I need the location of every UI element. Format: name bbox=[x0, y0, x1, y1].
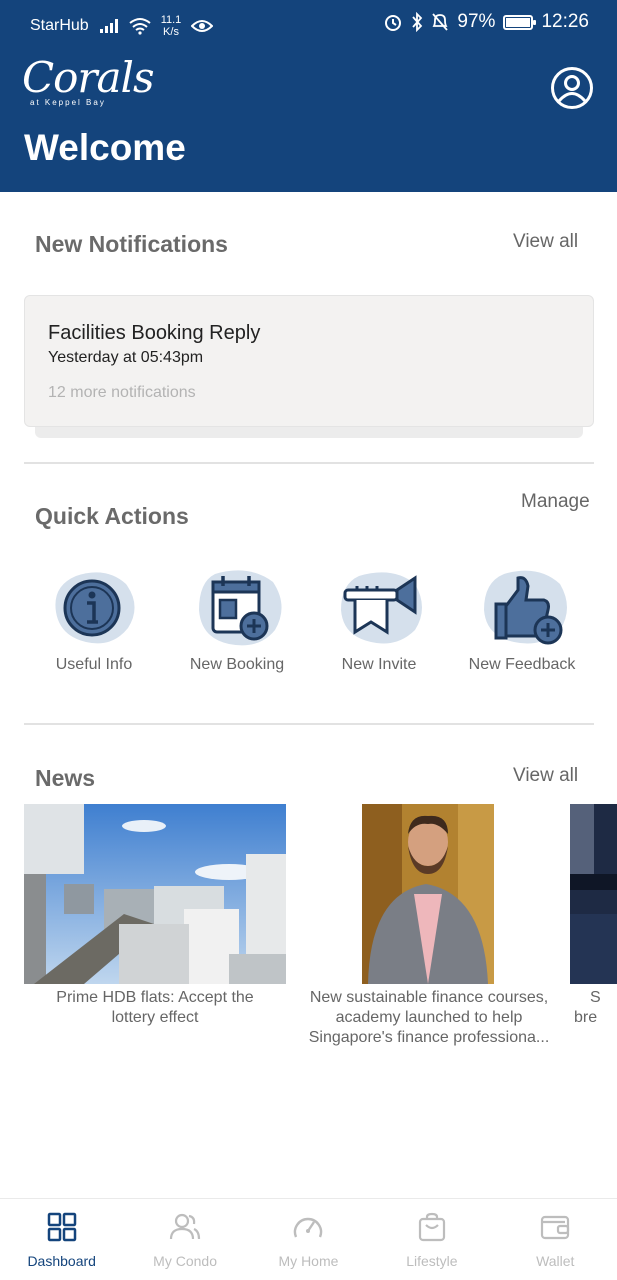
info-icon bbox=[55, 572, 135, 644]
notifications-view-all-link[interactable]: View all bbox=[513, 231, 578, 253]
calendar-add-icon bbox=[199, 570, 282, 646]
news-card[interactable]: Prime HDB flats: Accept the lottery effe… bbox=[24, 804, 286, 1028]
carrier-label: StarHub bbox=[30, 17, 89, 34]
news-card[interactable]: S bre bbox=[570, 804, 617, 1028]
notifications-title: New Notifications bbox=[35, 231, 228, 257]
section-divider bbox=[24, 462, 594, 464]
app-header: StarHub 11.1 K/s 97% 12:26 Corals at Kep… bbox=[0, 0, 617, 192]
bluetooth-icon bbox=[412, 12, 423, 32]
nav-wallet[interactable]: Wallet bbox=[494, 1199, 617, 1280]
signal-icon bbox=[99, 19, 118, 33]
eye-icon bbox=[191, 20, 214, 32]
wifi-icon bbox=[129, 18, 151, 35]
thumbs-up-add-icon bbox=[484, 570, 567, 645]
quick-action-label: New Booking bbox=[189, 656, 285, 673]
quick-action-new-feedback[interactable]: New Feedback bbox=[452, 566, 592, 681]
nav-lifestyle[interactable]: Lifestyle bbox=[370, 1199, 493, 1280]
news-image-building bbox=[570, 804, 617, 984]
news-caption: S bre bbox=[574, 989, 601, 1026]
quick-action-label: New Invite bbox=[341, 656, 417, 673]
quick-action-label: Useful Info bbox=[55, 656, 133, 673]
news-caption: New sustainable finance courses, academy… bbox=[308, 989, 550, 1046]
quick-actions-title: Quick Actions bbox=[35, 503, 189, 529]
battery-icon bbox=[503, 14, 537, 30]
quick-action-useful-info[interactable]: Useful Info bbox=[24, 566, 164, 681]
welcome-title: Welcome bbox=[24, 127, 186, 168]
section-divider bbox=[24, 723, 594, 725]
people-icon bbox=[169, 1213, 201, 1240]
clock: 12:26 bbox=[541, 11, 589, 32]
battery-percent: 97% bbox=[457, 11, 496, 32]
status-bar: StarHub 11.1 K/s 97% 12:26 bbox=[0, 0, 617, 46]
nav-dashboard[interactable]: Dashboard bbox=[0, 1199, 123, 1280]
gauge-icon bbox=[294, 1217, 323, 1238]
wallet-icon bbox=[541, 1215, 570, 1240]
quick-action-new-booking[interactable]: New Booking bbox=[167, 566, 307, 681]
alarm-icon bbox=[385, 15, 402, 31]
net-speed: 11.1 K/s bbox=[160, 14, 182, 38]
news-title: News bbox=[35, 765, 96, 791]
nav-my-home[interactable]: My Home bbox=[247, 1199, 370, 1280]
nav-my-condo[interactable]: My Condo bbox=[123, 1199, 246, 1280]
news-image-portrait bbox=[298, 804, 560, 984]
notification-time: Yesterday at 05:43pm bbox=[48, 349, 204, 366]
news-caption: Prime HDB flats: Accept the lottery effe… bbox=[56, 989, 254, 1026]
quick-action-new-invite[interactable]: New Invite bbox=[309, 566, 449, 681]
corals-logo: Corals at Keppel Bay bbox=[22, 53, 155, 108]
quick-actions-manage-link[interactable]: Manage bbox=[521, 491, 590, 513]
more-notifications-label[interactable]: 12 more notifications bbox=[48, 384, 196, 402]
news-card[interactable]: New sustainable finance courses, academy… bbox=[298, 804, 560, 1048]
battery-fill bbox=[506, 17, 530, 27]
bell-off-icon bbox=[432, 13, 449, 31]
grid-icon bbox=[47, 1212, 76, 1242]
news-image-hdb-flats bbox=[24, 804, 286, 984]
trumpet-icon bbox=[341, 572, 422, 644]
notification-card[interactable]: Facilities Booking Reply Yesterday at 05… bbox=[24, 295, 594, 427]
profile-icon[interactable] bbox=[550, 66, 594, 110]
notification-title: Facilities Booking Reply bbox=[48, 322, 261, 344]
news-view-all-link[interactable]: View all bbox=[513, 765, 578, 787]
bag-icon bbox=[418, 1212, 445, 1242]
bottom-nav: Dashboard My Condo My Home Lifestyle Wal… bbox=[0, 1198, 617, 1280]
quick-action-label: New Feedback bbox=[468, 656, 576, 673]
